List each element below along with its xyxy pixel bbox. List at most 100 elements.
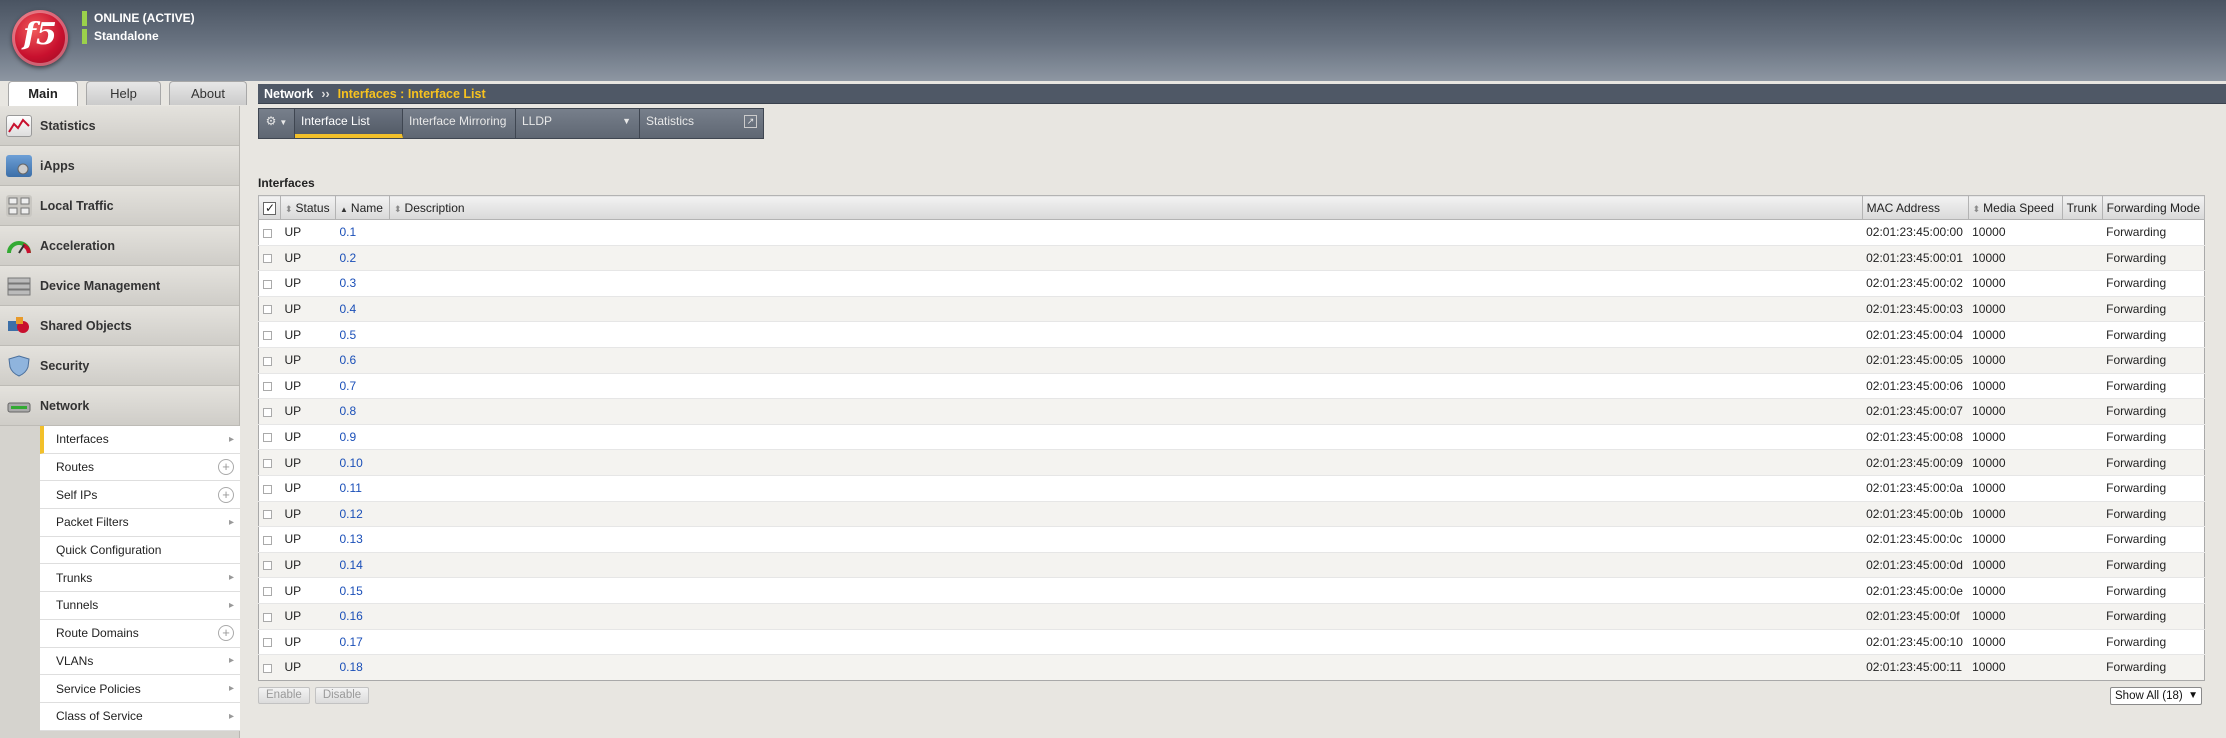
column-media-speed[interactable]: ⬍ Media Speed [1967,195,2063,220]
table-row[interactable]: UP 0.12 02:01:23:45:00:0b 10000 Forwarding [258,500,2205,527]
add-icon[interactable]: + [218,486,234,503]
subnav-item-service-policies[interactable]: Service Policies ▸ [40,675,240,703]
row-checkbox[interactable] [263,254,272,264]
interface-link[interactable]: 0.4 [340,302,357,316]
select-all-checkbox[interactable] [263,201,276,215]
interface-link[interactable]: 0.9 [340,430,357,444]
f5-logo[interactable]: f5 [12,10,68,66]
table-row[interactable]: UP 0.9 02:01:23:45:00:08 10000 Forwarding [258,423,2205,450]
interface-link[interactable]: 0.8 [340,404,357,418]
table-row[interactable]: UP 0.14 02:01:23:45:00:0d 10000 Forwarding [258,551,2205,578]
row-checkbox[interactable] [263,433,272,443]
row-checkbox[interactable] [263,228,272,238]
subnav-item-route-domains[interactable]: Route Domains + [40,620,240,648]
table-row[interactable]: UP 0.15 02:01:23:45:00:0e 10000 Forwarding [258,577,2205,604]
tab-lldp[interactable]: LLDP ▼ [516,109,640,138]
row-checkbox[interactable] [263,382,272,392]
subnav-item-vlans[interactable]: VLANs ▸ [40,648,240,676]
interface-link[interactable]: 0.5 [340,328,357,342]
column-status[interactable]: ⬍ Status [280,195,336,220]
table-row[interactable]: UP 0.2 02:01:23:45:00:01 10000 Forwarding [258,244,2205,271]
subnav-item-tunnels[interactable]: Tunnels ▸ [40,592,240,620]
gear-menu-button[interactable]: ⚙ ▼ [259,109,295,138]
row-checkbox[interactable] [263,586,272,596]
interface-link[interactable]: 0.7 [340,379,357,393]
interface-link[interactable]: 0.12 [340,507,363,521]
interface-link[interactable]: 0.11 [340,481,362,495]
row-checkbox[interactable] [263,458,272,468]
interface-link[interactable]: 0.14 [340,558,363,572]
table-row[interactable]: UP 0.16 02:01:23:45:00:0f 10000 Forwarding [258,602,2205,629]
row-checkbox[interactable] [263,356,272,366]
interface-link[interactable]: 0.13 [340,532,363,546]
subnav-item-trunks[interactable]: Trunks ▸ [40,564,240,593]
subnav-item-routes[interactable]: Routes + [40,454,240,482]
row-checkbox[interactable] [263,638,272,648]
sidebar-item-security[interactable]: Security [0,346,239,386]
column-trunk[interactable]: Trunk [2061,195,2103,220]
row-checkbox[interactable] [263,305,272,315]
interface-link[interactable]: 0.3 [340,276,357,290]
column-description[interactable]: ⬍ Description [389,195,1863,220]
table-row[interactable]: UP 0.8 02:01:23:45:00:07 10000 Forwarding [258,398,2205,425]
row-checkbox[interactable] [263,279,272,289]
table-row[interactable]: UP 0.7 02:01:23:45:00:06 10000 Forwarding [258,372,2205,399]
table-row[interactable]: UP 0.3 02:01:23:45:00:02 10000 Forwarding [258,270,2205,297]
subnav-item-interfaces[interactable]: Interfaces ▸ [40,426,240,454]
sidebar-item-statistics[interactable]: Statistics [0,106,239,146]
row-checkbox[interactable] [263,561,272,571]
external-link-icon[interactable]: ↗ [744,115,757,128]
subnav-item-class-of-service[interactable]: Class of Service ▸ [40,703,240,731]
disable-button[interactable]: Disable [314,687,370,704]
cell-trunk [2062,602,2103,629]
table-row[interactable]: UP 0.6 02:01:23:45:00:05 10000 Forwarding [258,346,2205,374]
column-forwarding-mode[interactable]: Forwarding Mode [2101,195,2206,220]
enable-button[interactable]: Enable [258,687,310,704]
table-row[interactable]: UP 0.1 02:01:23:45:00:00 10000 Forwarding [258,219,2205,246]
table-row[interactable]: UP 0.18 02:01:23:45:00:11 10000 Forwarding [258,654,2205,681]
row-checkbox[interactable] [263,331,272,340]
row-checkbox[interactable] [263,612,272,622]
tab-interface-list[interactable]: Interface List [295,109,403,138]
row-checkbox[interactable] [263,484,272,494]
table-row[interactable]: UP 0.5 02:01:23:45:00:04 10000 Forwarding [258,321,2205,348]
column-name[interactable]: ▲ Name [335,195,390,220]
show-all-select[interactable]: Show All (18) ▼ [2110,687,2202,705]
interface-link[interactable]: 0.18 [340,660,363,674]
add-icon[interactable]: + [218,625,234,642]
interface-link[interactable]: 0.15 [340,584,363,598]
tab-statistics[interactable]: Statistics ↗ [640,109,763,138]
sidebar-item-device-management[interactable]: Device Management [0,266,239,306]
tab-help[interactable]: Help [86,81,161,105]
sidebar-item-shared-objects[interactable]: Shared Objects [0,306,239,346]
row-checkbox[interactable] [263,663,272,673]
subnav-item-quick-configuration[interactable]: Quick Configuration [40,537,240,565]
table-row[interactable]: UP 0.11 02:01:23:45:00:0a 10000 Forwarding [258,474,2205,502]
tab-about[interactable]: About [169,81,247,105]
table-row[interactable]: UP 0.4 02:01:23:45:00:03 10000 Forwarding [258,295,2205,322]
add-icon[interactable]: + [218,459,234,476]
row-checkbox[interactable] [263,510,272,520]
interface-link[interactable]: 0.10 [340,456,363,470]
sidebar-item-acceleration[interactable]: Acceleration [0,226,239,266]
interface-link[interactable]: 0.6 [340,353,357,367]
table-row[interactable]: UP 0.13 02:01:23:45:00:0c 10000 Forwarding [258,526,2205,553]
cell-forwarding-mode-text: Forwarding [2106,225,2167,240]
row-checkbox[interactable] [263,535,272,545]
table-row[interactable]: UP 0.10 02:01:23:45:00:09 10000 Forwarding [258,449,2205,476]
row-checkbox[interactable] [263,407,272,417]
interface-link[interactable]: 0.2 [340,251,357,265]
subnav-item-self-ips[interactable]: Self IPs + [40,481,240,510]
sidebar-item-local-traffic[interactable]: Local Traffic [0,186,239,226]
tab-main[interactable]: Main [8,81,78,106]
interface-link[interactable]: 0.17 [340,635,363,649]
sidebar-item-iapps[interactable]: iApps [0,146,239,186]
subnav-item-packet-filters[interactable]: Packet Filters ▸ [40,509,240,537]
table-row[interactable]: UP 0.17 02:01:23:45:00:10 10000 Forwarding [258,628,2205,655]
column-mac-address[interactable]: MAC Address [1861,195,1969,220]
interface-link[interactable]: 0.16 [340,609,363,623]
interface-link[interactable]: 0.1 [340,225,357,239]
breadcrumb-root[interactable]: Network [264,87,313,101]
tab-interface-mirroring[interactable]: Interface Mirroring [403,109,516,138]
sidebar-item-network[interactable]: Network [0,386,239,426]
